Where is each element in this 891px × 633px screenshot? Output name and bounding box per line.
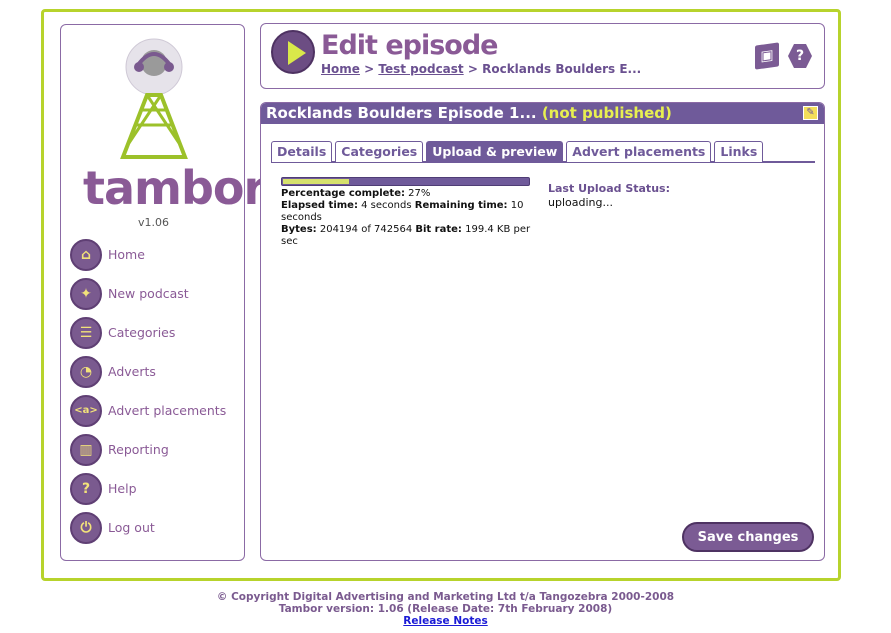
sidebar-item-label: Home [108, 247, 145, 262]
package-icon[interactable]: ▣ [755, 42, 779, 70]
breadcrumb: Home > Test podcast > Rocklands Boulders… [321, 62, 641, 76]
page-header: Edit episode Home > Test podcast > Rockl… [260, 23, 825, 89]
tambor-logo: tambor v1.06 [61, 25, 266, 235]
bytes-label: Bytes: [281, 224, 317, 235]
sidebar: tambor v1.06 ⌂ Home ✦ New podcast ☰ Cate… [60, 24, 266, 561]
sidebar-item-reporting[interactable]: ▥ Reporting [70, 430, 226, 469]
sidebar-item-home[interactable]: ⌂ Home [70, 235, 226, 274]
sidebar-item-log-out[interactable]: ⏻ Log out [70, 508, 226, 547]
advert-placements-icon: <a> [70, 394, 102, 427]
sidebar-item-label: New podcast [108, 286, 189, 301]
last-upload-status-label: Last Upload Status: [548, 182, 670, 195]
footer: © Copyright Digital Advertising and Mark… [0, 591, 891, 627]
home-icon: ⌂ [70, 238, 102, 271]
publish-status: (not published) [541, 104, 672, 122]
upload-info: Percentage complete: 27% Elapsed time: 4… [281, 188, 533, 248]
sidebar-nav: ⌂ Home ✦ New podcast ☰ Categories ◔ Adve… [70, 235, 226, 547]
last-upload-status-value: uploading... [548, 196, 613, 209]
sidebar-item-label: Categories [108, 325, 176, 340]
elapsed-value: 4 seconds [361, 200, 412, 211]
breadcrumb-current: Rocklands Boulders E... [482, 62, 642, 76]
sidebar-item-help[interactable]: ? Help [70, 469, 226, 508]
edit-icon[interactable]: ✎ [803, 106, 818, 120]
play-icon [271, 30, 315, 74]
tower-logo-icon [120, 38, 188, 159]
brand-name: tambor [83, 161, 266, 215]
upload-progress-bar [281, 177, 530, 186]
page-title: Edit episode [321, 30, 498, 61]
sidebar-item-label: Advert placements [108, 403, 227, 418]
help-icon: ? [70, 472, 102, 505]
remaining-label: Remaining time: [414, 200, 508, 211]
breadcrumb-podcast-link[interactable]: Test podcast [378, 62, 463, 76]
tab-bar: Details Categories Upload & preview Adve… [271, 141, 815, 163]
elapsed-label: Elapsed time: [281, 200, 358, 211]
categories-icon: ☰ [70, 316, 102, 349]
sidebar-item-new-podcast[interactable]: ✦ New podcast [70, 274, 226, 313]
tab-links[interactable]: Links [714, 141, 764, 162]
sidebar-item-label: Log out [108, 520, 155, 535]
new-podcast-icon: ✦ [70, 277, 102, 310]
tab-upload-preview[interactable]: Upload & preview [426, 141, 564, 162]
sidebar-item-advert-placements[interactable]: <a> Advert placements [70, 391, 226, 430]
tab-advert-placements[interactable]: Advert placements [566, 141, 712, 162]
bitrate-label: Bit rate: [415, 224, 462, 235]
sidebar-item-label: Help [108, 481, 137, 496]
sidebar-item-categories[interactable]: ☰ Categories [70, 313, 226, 352]
episode-panel: Rocklands Boulders Episode 1... (not pub… [260, 102, 825, 561]
breadcrumb-separator: > [463, 62, 483, 76]
save-changes-button[interactable]: Save changes [682, 522, 814, 552]
percent-value: 27% [408, 188, 431, 199]
percent-label: Percentage complete: [281, 188, 405, 199]
logout-icon: ⏻ [70, 511, 102, 544]
episode-title: Rocklands Boulders Episode 1... [266, 104, 537, 122]
tab-categories[interactable]: Categories [335, 141, 424, 162]
upload-progress-fill [283, 179, 350, 184]
panel-title: Rocklands Boulders Episode 1... (not pub… [261, 103, 824, 124]
sidebar-item-label: Adverts [108, 364, 156, 379]
version-text: Tambor version: 1.06 (Release Date: 7th … [278, 603, 613, 615]
release-notes-link[interactable]: Release Notes [403, 615, 487, 627]
reporting-icon: ▥ [70, 433, 102, 466]
adverts-icon: ◔ [70, 355, 102, 388]
version-label: v1.06 [137, 216, 169, 229]
help-icon[interactable]: ? [788, 44, 812, 68]
bytes-value: 204194 of 742564 [319, 224, 413, 235]
app-frame: tambor v1.06 ⌂ Home ✦ New podcast ☰ Cate… [41, 9, 841, 581]
breadcrumb-home-link[interactable]: Home [321, 62, 360, 76]
sidebar-item-label: Reporting [108, 442, 169, 457]
copyright-text: © Copyright Digital Advertising and Mark… [216, 591, 675, 603]
sidebar-item-adverts[interactable]: ◔ Adverts [70, 352, 226, 391]
tab-details[interactable]: Details [271, 141, 333, 162]
breadcrumb-separator: > [359, 62, 379, 76]
